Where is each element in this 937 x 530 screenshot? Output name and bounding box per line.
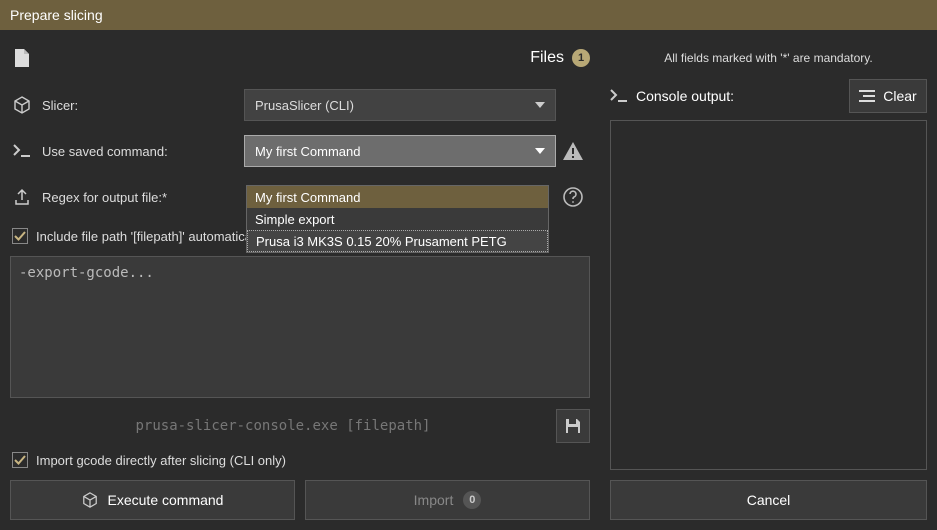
include-filepath-checkbox[interactable] (12, 228, 28, 244)
import-label: Import (414, 492, 454, 508)
console-output[interactable] (610, 120, 927, 470)
help-icon[interactable] (556, 187, 590, 207)
clear-button[interactable]: Clear (849, 79, 927, 113)
mandatory-hint: All fields marked with '*' are mandatory… (610, 40, 927, 76)
saved-command-dropdown[interactable]: My first Command Simple export Prusa i3 … (246, 185, 549, 253)
dropdown-option[interactable]: Simple export (247, 208, 548, 230)
cancel-button[interactable]: Cancel (610, 480, 927, 520)
warning-icon[interactable] (556, 142, 590, 160)
right-panel: All fields marked with '*' are mandatory… (600, 30, 937, 530)
slicer-value: PrusaSlicer (CLI) (255, 98, 354, 113)
window-title: Prepare slicing (10, 7, 103, 23)
command-preview: prusa-slicer-console.exe [filepath] (10, 418, 556, 434)
slicer-select[interactable]: PrusaSlicer (CLI) (244, 89, 556, 121)
save-icon (564, 417, 582, 435)
command-textarea[interactable] (10, 256, 590, 398)
clear-label: Clear (883, 88, 916, 104)
chevron-down-icon (535, 148, 545, 154)
left-panel: Files 1 Slicer: PrusaSlicer (CLI) (0, 30, 600, 530)
save-button[interactable] (556, 409, 590, 443)
import-count-badge: 0 (463, 491, 481, 509)
slicer-label: Slicer: (34, 98, 244, 113)
dropdown-option[interactable]: Prusa i3 MK3S 0.15 20% Prusament PETG (247, 230, 548, 252)
title-bar: Prepare slicing (0, 0, 937, 30)
files-label: Files (530, 49, 564, 67)
clear-icon (859, 90, 875, 102)
file-icon (10, 48, 34, 68)
prompt-icon (10, 144, 34, 158)
execute-label: Execute command (108, 492, 224, 508)
cube-icon (10, 96, 34, 114)
import-after-label: Import gcode directly after slicing (CLI… (36, 453, 286, 468)
cancel-label: Cancel (747, 492, 791, 508)
saved-command-select[interactable]: My first Command (244, 135, 556, 167)
saved-command-label: Use saved command: (34, 144, 244, 159)
dropdown-option[interactable]: My first Command (247, 186, 548, 208)
import-after-row[interactable]: Import gcode directly after slicing (CLI… (10, 448, 590, 472)
chevron-down-icon (535, 102, 545, 108)
upload-icon (10, 188, 34, 206)
console-label: Console output: (636, 88, 841, 104)
execute-button[interactable]: Execute command (10, 480, 295, 520)
saved-command-value: My first Command (255, 144, 360, 159)
prompt-icon (610, 89, 628, 103)
files-count-badge: 1 (572, 49, 590, 67)
regex-label: Regex for output file:* (34, 190, 244, 205)
import-after-checkbox[interactable] (12, 452, 28, 468)
import-button[interactable]: Import 0 (305, 480, 590, 520)
cube-icon (82, 492, 98, 508)
